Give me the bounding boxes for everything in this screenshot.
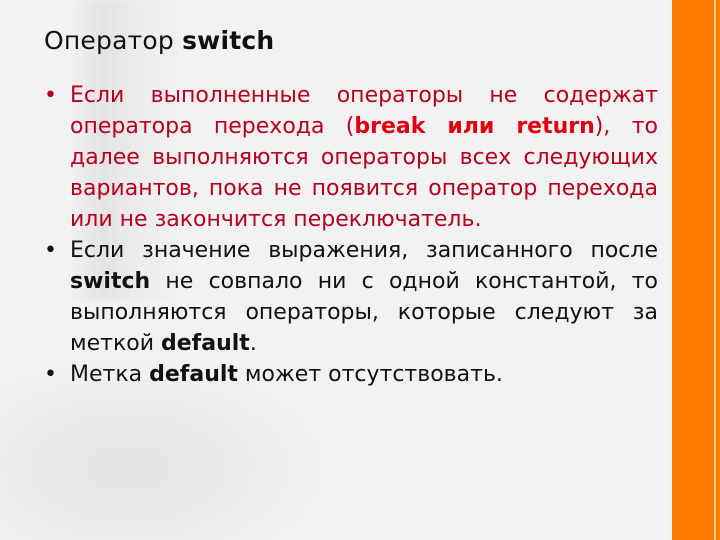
slide-title-keyword: switch xyxy=(182,26,275,55)
bullet-text: Метка xyxy=(70,362,150,387)
bullet-text: не совпало ни с одной константой, то вып… xyxy=(70,269,658,356)
bullet-icon: • xyxy=(44,238,57,263)
slide-title-plain: Оператор xyxy=(44,26,183,55)
bullet-item-fallthrough: • Если выполненные операторы не содержат … xyxy=(44,80,658,235)
slide: Оператор switch • Если выполненные операт… xyxy=(0,0,720,540)
slide-title: Оператор switch xyxy=(44,26,274,55)
keyword-default: default xyxy=(161,331,250,356)
bullet-list: • Если выполненные операторы не содержат … xyxy=(44,80,658,390)
keyword-switch: switch xyxy=(70,269,151,294)
accent-side-stripe xyxy=(714,0,716,540)
bullet-text: . xyxy=(249,331,257,356)
accent-side-bar xyxy=(672,0,720,540)
keyword-default: default xyxy=(149,362,238,387)
keyword-break-return: break или return xyxy=(354,114,595,139)
bullet-item-default-branch: • Если значение выражения, записанного по… xyxy=(44,235,658,359)
bullet-text: Если значение выражения, записанного пос… xyxy=(70,238,658,263)
bullet-icon: • xyxy=(44,362,57,387)
bullet-text: может отсутствовать. xyxy=(237,362,503,387)
bullet-item-default-optional: • Метка default может отсутствовать. xyxy=(44,359,658,390)
bullet-icon: • xyxy=(44,83,57,108)
